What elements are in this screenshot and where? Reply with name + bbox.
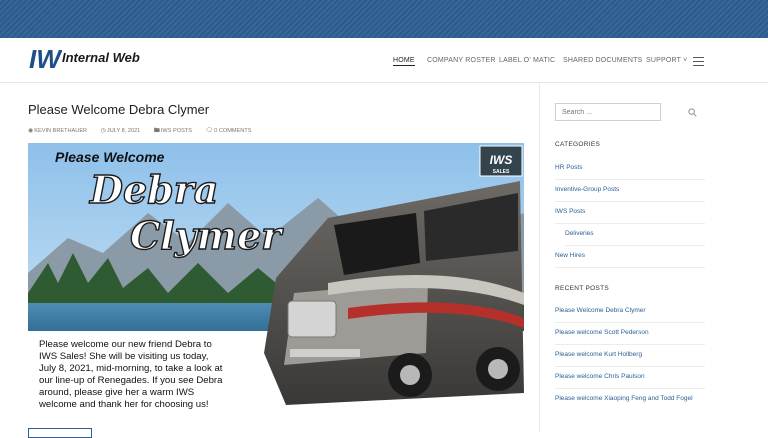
read-more-button[interactable]: [28, 428, 92, 438]
featured-image[interactable]: Please Welcome Debra Clymer IWS SALES Pl…: [28, 143, 524, 413]
recent-posts-heading: RECENT POSTS: [555, 285, 610, 292]
nav-home[interactable]: HOME: [393, 57, 415, 66]
author-meta[interactable]: ◉KEVIN BRETHAUER: [28, 128, 93, 134]
message-line: IWS Sales! She will be visiting us today…: [39, 351, 208, 362]
recent-post-link[interactable]: Please Welcome Debra Clymer: [555, 305, 705, 323]
message-line: our line-up of Renegades. If you see Deb…: [39, 375, 223, 386]
recent-post-link[interactable]: Please welcome Xiaoping Feng and Todd Fo…: [555, 393, 705, 410]
message-line: Please welcome our new friend Debra to: [39, 339, 212, 350]
feature-name-first: Debra: [89, 167, 218, 212]
category-new-hires[interactable]: New Hires: [555, 250, 705, 268]
badge-text: IWS: [490, 153, 513, 167]
iw-logo-mark: IW: [29, 44, 62, 74]
post-title[interactable]: Please Welcome Debra Clymer: [28, 102, 209, 117]
feature-heading: Please Welcome: [55, 149, 165, 165]
post-author: KEVIN BRETHAUER: [34, 128, 88, 134]
nav-support[interactable]: SUPPORT ˅: [646, 57, 687, 64]
post-comments: 0 COMMENTS: [214, 128, 252, 134]
clock-icon: ◷: [100, 128, 106, 134]
iws-badge: IWS SALES: [479, 145, 523, 177]
welcome-graphic: Please Welcome Debra Clymer IWS SALES Pl…: [28, 143, 524, 413]
post-category: IWS POSTS: [160, 128, 192, 134]
message-line: around, please give her a warm IWS: [39, 387, 194, 398]
message-line: July 8, 2021, mid-morning, to take a loo…: [39, 363, 223, 374]
category-meta[interactable]: 🖿IWS POSTS: [154, 128, 198, 134]
badge-sub: SALES: [493, 169, 510, 175]
user-icon: ◉: [28, 128, 34, 134]
search-icon[interactable]: [688, 108, 697, 117]
sidebar-divider: [539, 82, 540, 432]
recent-post-link[interactable]: Please welcome Kurt Hollberg: [555, 349, 705, 367]
category-hr-posts[interactable]: HR Posts: [555, 162, 705, 180]
comments-meta[interactable]: 🗨0 COMMENTS: [206, 128, 258, 134]
recent-post-link[interactable]: Please welcome Scott Pederson: [555, 327, 705, 345]
site-name: Internal Web: [62, 50, 140, 65]
nav-shared-documents[interactable]: SHARED DOCUMENTS: [563, 57, 642, 64]
message-line: welcome and thank her for choosing us!: [38, 399, 209, 410]
comment-icon: 🗨: [205, 128, 214, 134]
feature-message: Please welcome our new friend Debra to I…: [38, 339, 223, 410]
category-deliveries[interactable]: Deliveries: [565, 228, 705, 246]
category-inventive-group-posts[interactable]: Inventive-Group Posts: [555, 184, 705, 202]
categories-heading: CATEGORIES: [555, 141, 601, 148]
post-meta: ◉KEVIN BRETHAUER ◷JULY 8, 2021 🖿IWS POST…: [28, 126, 263, 136]
hamburger-icon[interactable]: [693, 57, 704, 67]
top-banner: [0, 0, 768, 38]
nav-company-roster[interactable]: COMPANY ROSTER: [427, 57, 496, 64]
date-meta[interactable]: ◷JULY 8, 2021: [101, 128, 147, 134]
folder-icon: 🖿: [153, 128, 160, 134]
post-date: JULY 8, 2021: [106, 128, 141, 134]
search-input[interactable]: [555, 103, 661, 121]
nav-label-o-matic[interactable]: LABEL O' MATIC: [499, 57, 555, 64]
feature-name-last: Clymer: [130, 213, 284, 258]
svg-text:IW: IW: [29, 44, 62, 74]
recent-post-link[interactable]: Please welcome Chris Paulson: [555, 371, 705, 389]
category-iws-posts[interactable]: IWS Posts: [555, 206, 705, 224]
